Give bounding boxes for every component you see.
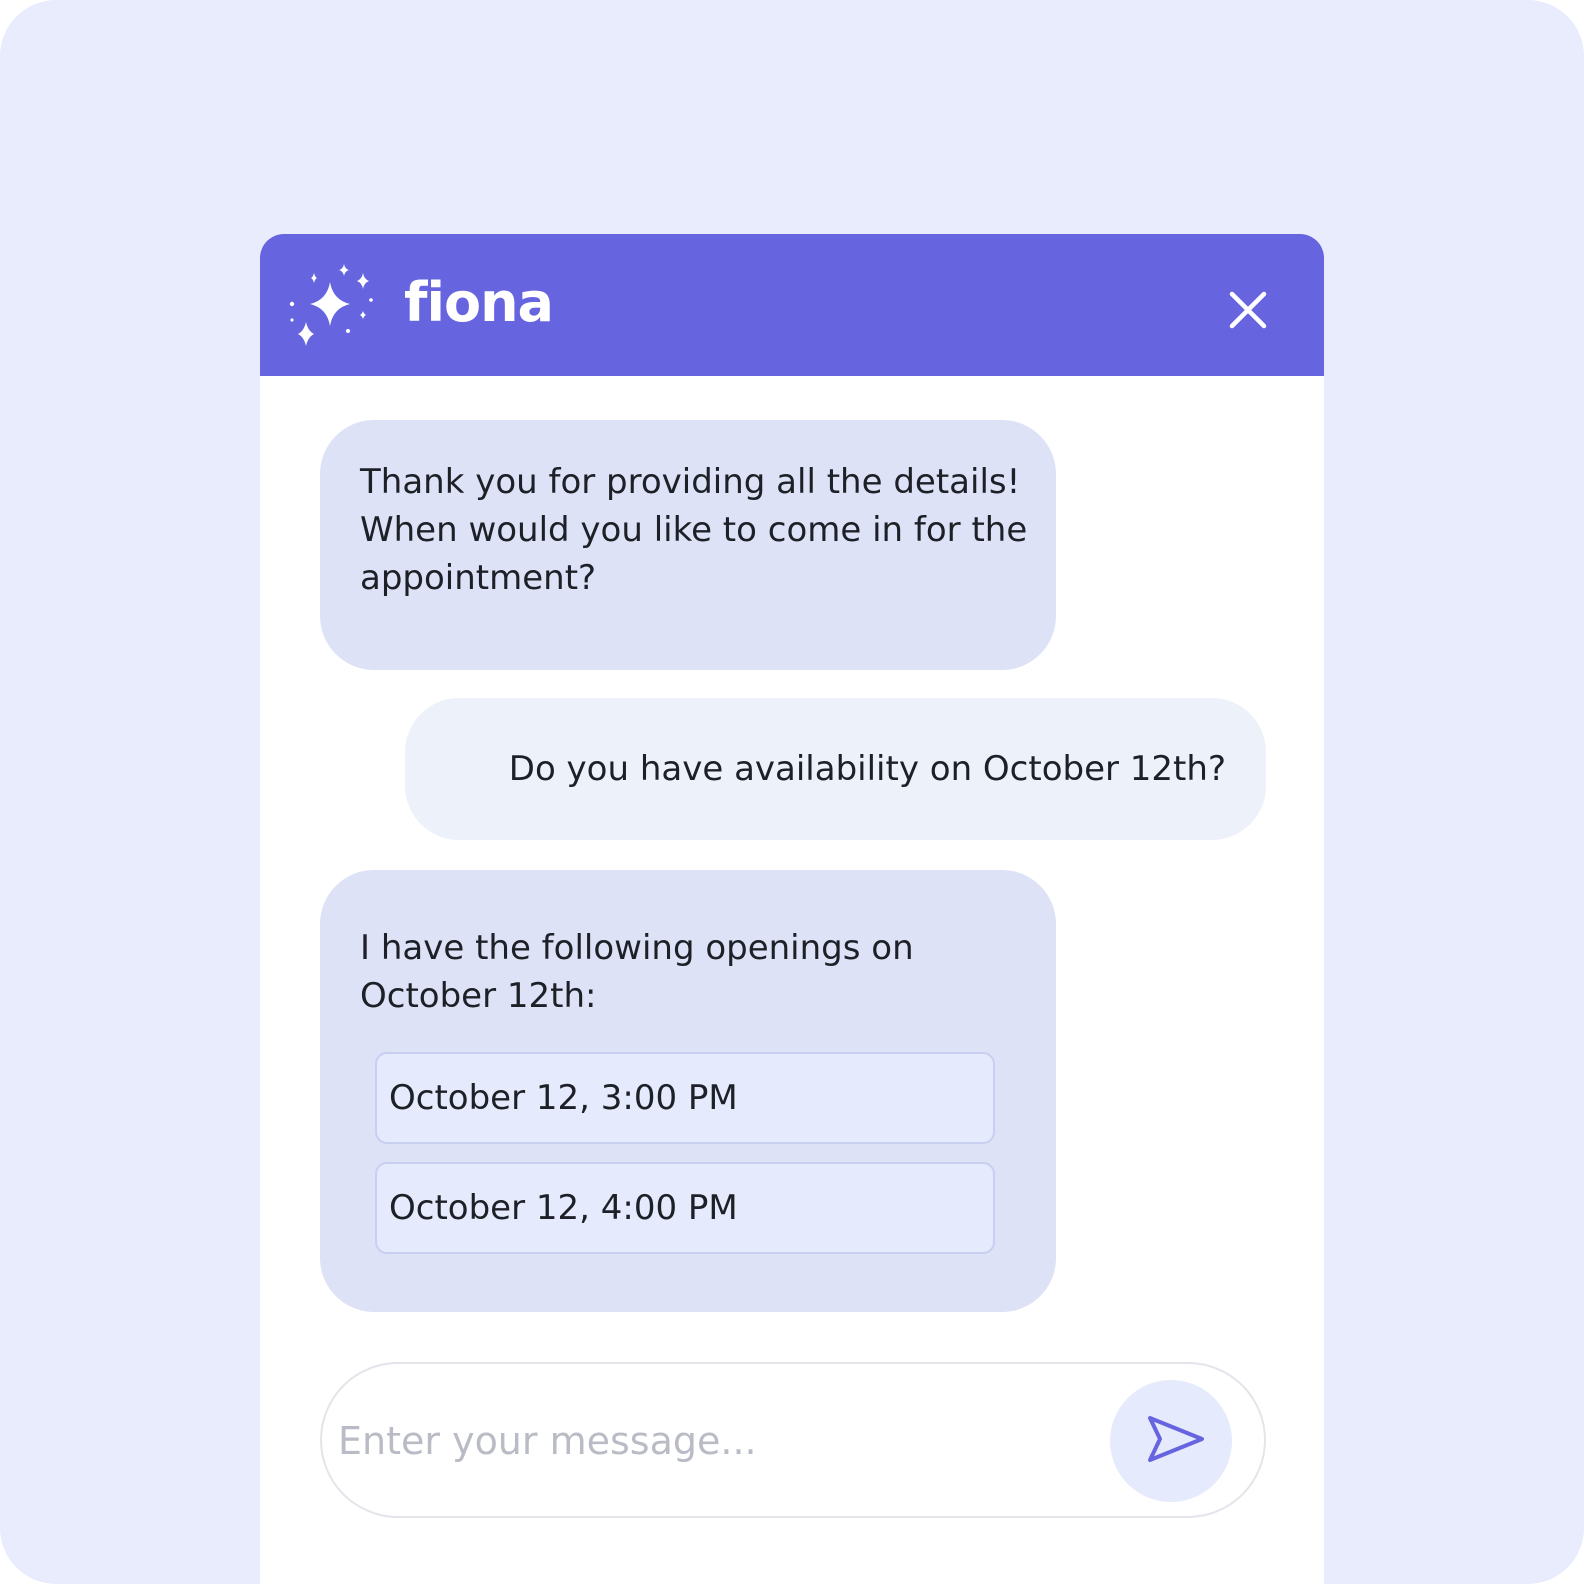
page-backdrop: fiona Thank you for providing all the de…	[0, 0, 1584, 1584]
close-icon[interactable]	[1220, 282, 1276, 338]
bot-message: I have the following openings on October…	[320, 870, 1056, 1312]
time-slot-option[interactable]: October 12, 4:00 PM	[375, 1162, 995, 1254]
chat-window: fiona Thank you for providing all the de…	[260, 234, 1324, 1584]
message-text: Do you have availability on October 12th…	[508, 749, 1226, 789]
bot-message: Thank you for providing all the details!…	[320, 420, 1056, 670]
message-composer	[320, 1362, 1266, 1518]
message-text: I have the following openings on October…	[360, 928, 914, 1016]
user-message: Do you have availability on October 12th…	[405, 698, 1266, 840]
send-button[interactable]	[1110, 1380, 1232, 1502]
brand-name: fiona	[404, 271, 554, 334]
time-slot-option[interactable]: October 12, 3:00 PM	[375, 1052, 995, 1144]
chat-header: fiona	[260, 234, 1324, 376]
send-icon	[1148, 1416, 1204, 1462]
sparkle-icon	[289, 264, 373, 346]
message-text: Thank you for providing all the details!…	[360, 462, 1028, 598]
message-input[interactable]	[336, 1404, 1100, 1478]
